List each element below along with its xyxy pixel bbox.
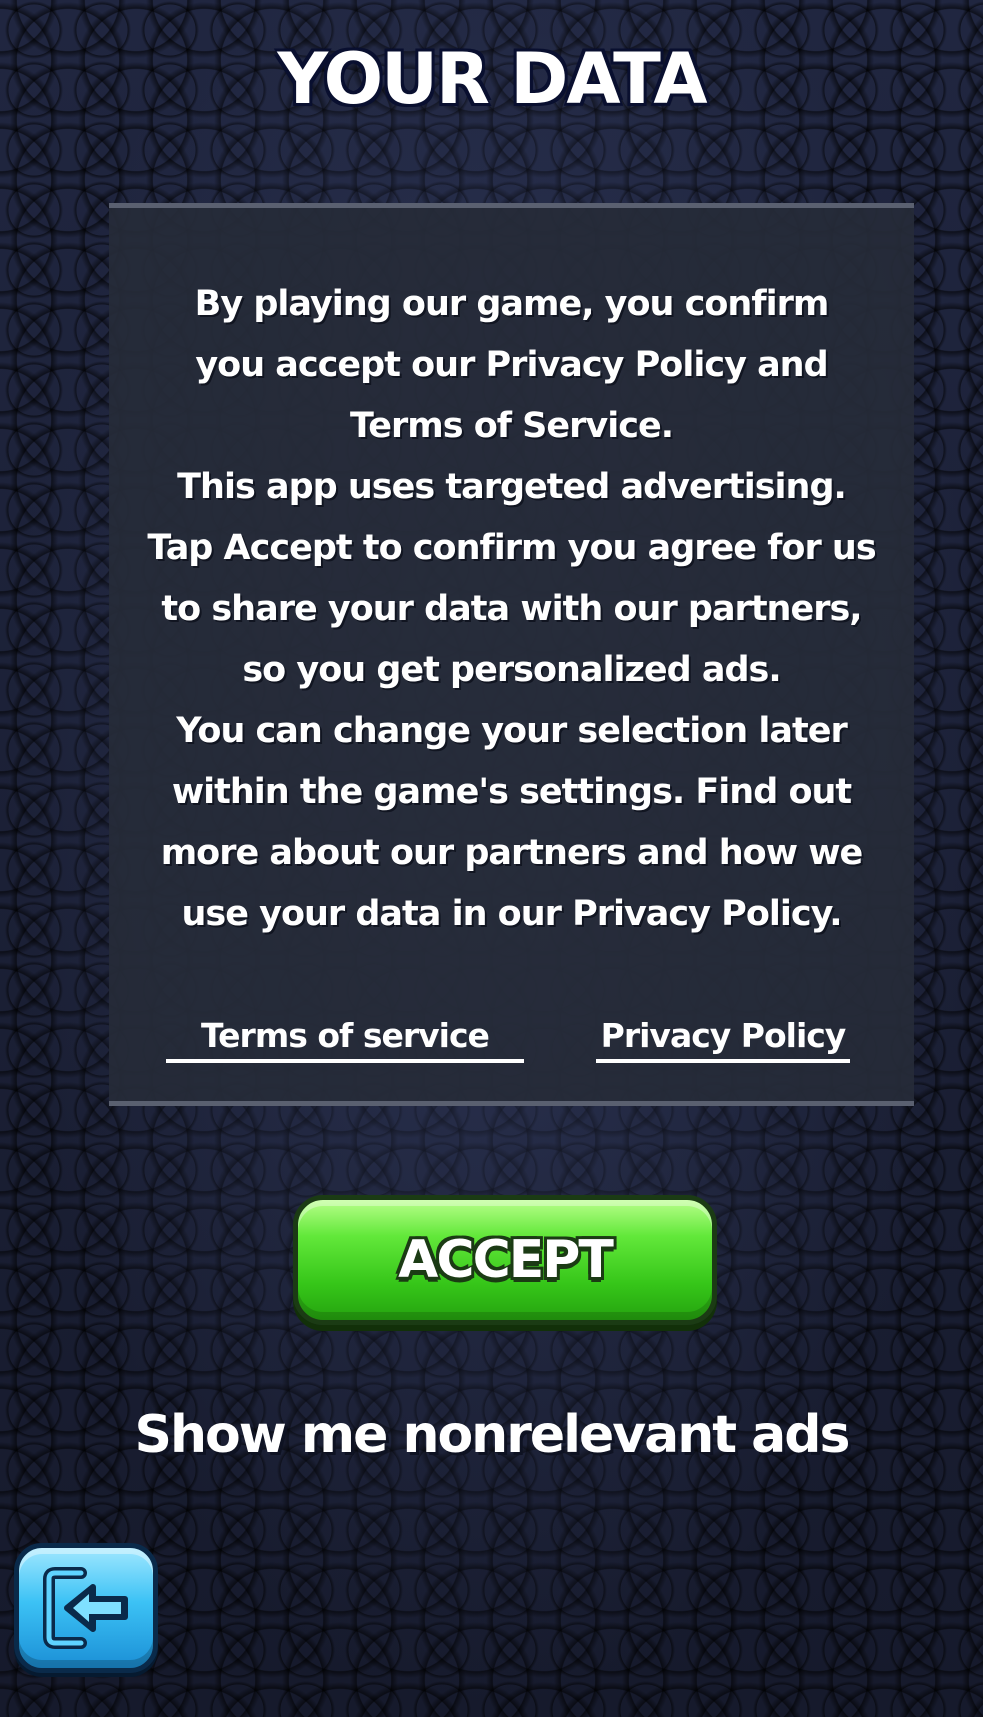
consent-text: By playing our game, you confirm you acc…: [119, 274, 904, 945]
back-button[interactable]: [14, 1543, 158, 1673]
consent-line: Tap Accept to confirm you agree for us: [147, 528, 876, 568]
consent-line: This app uses targeted advertising.: [177, 467, 847, 507]
show-nonrelevant-ads-button[interactable]: Show me nonrelevant ads: [0, 1405, 983, 1465]
terms-of-service-link[interactable]: Terms of service: [166, 1016, 524, 1063]
consent-line: use your data in our Privacy Policy.: [181, 894, 842, 934]
consent-line: you accept our Privacy Policy and: [195, 345, 828, 385]
consent-line: You can change your selection later: [176, 711, 847, 751]
exit-arrow-icon: [43, 1567, 128, 1649]
consent-line: within the game's settings. Find out: [171, 772, 852, 812]
accept-button[interactable]: ACCEPT: [293, 1195, 717, 1325]
consent-line: Terms of Service.: [350, 406, 674, 446]
privacy-policy-link[interactable]: Privacy Policy: [596, 1016, 850, 1063]
consent-line: so you get personalized ads.: [242, 650, 781, 690]
consent-line: By playing our game, you confirm: [194, 284, 830, 324]
consent-panel: By playing our game, you confirm you acc…: [109, 203, 914, 1106]
page-title: YOUR DATA: [277, 38, 707, 120]
consent-line: to share your data with our partners,: [161, 589, 862, 629]
consent-line: more about our partners and how we: [160, 833, 864, 873]
accept-button-label: ACCEPT: [398, 1230, 614, 1290]
